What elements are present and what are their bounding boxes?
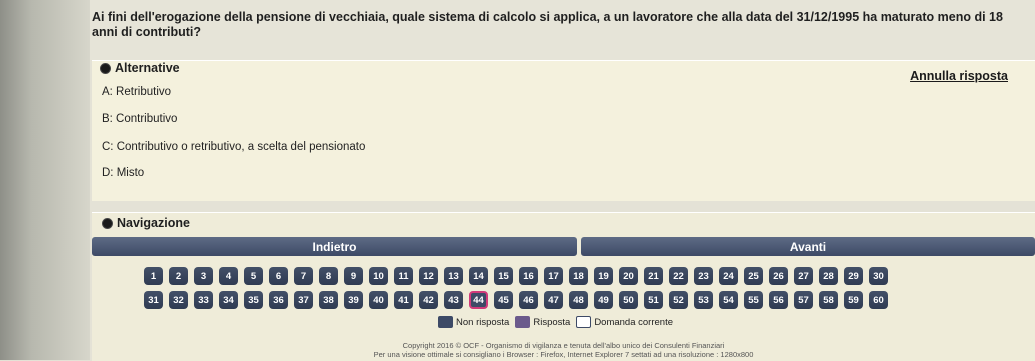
exam-page: Ai fini dell'erogazione della pensione d…	[0, 0, 1035, 361]
copyright-text: Copyright 2016 © OCF - Organismo di vigi…	[402, 341, 725, 350]
bullet-icon	[100, 62, 111, 74]
legend-answered-swatch	[515, 316, 531, 328]
back-button[interactable]: Indietro	[92, 237, 577, 256]
answer-option-b[interactable]: B: Contributivo	[102, 113, 177, 125]
question-button[interactable]: 57	[794, 291, 813, 309]
answers-header: Alternative	[100, 61, 180, 75]
question-button[interactable]: 9	[344, 267, 363, 285]
question-button[interactable]: 30	[869, 267, 888, 285]
question-button[interactable]: 5	[244, 267, 263, 285]
browser-advice-text: Per una visione ottimale si consigliano …	[373, 350, 754, 359]
legend-not-answered-swatch	[438, 316, 453, 328]
question-button[interactable]: 7	[294, 267, 313, 285]
answers-header-label: Alternative	[115, 61, 180, 75]
question-button[interactable]: 59	[844, 291, 863, 309]
question-button[interactable]: 42	[419, 291, 438, 309]
question-button[interactable]: 56	[769, 291, 788, 309]
question-button[interactable]: 31	[144, 291, 163, 309]
question-row-2: 31 32 33 34 35 36 37 38 39 40 41 42 43 44 45 46 47 48 49 50…	[144, 291, 888, 309]
navigation-header-label: Navigazione	[117, 216, 190, 230]
question-button[interactable]: 23	[694, 267, 713, 285]
question-button[interactable]: 52	[669, 291, 688, 309]
question-button[interactable]: 37	[294, 291, 313, 309]
question-button[interactable]: 26	[769, 267, 788, 285]
question-button[interactable]: 19	[594, 267, 613, 285]
question-button[interactable]: 18	[569, 267, 588, 285]
question-button[interactable]: 34	[219, 291, 238, 309]
question-button[interactable]: 46	[519, 291, 538, 309]
question-button[interactable]: 33	[194, 291, 213, 309]
question-button[interactable]: 35	[244, 291, 263, 309]
question-button[interactable]: 4	[219, 267, 238, 285]
cancel-answer-link[interactable]: Annulla risposta	[910, 69, 1008, 83]
question-button[interactable]: 55	[744, 291, 763, 309]
left-shadow	[0, 0, 90, 360]
question-button[interactable]: 13	[444, 267, 463, 285]
question-button[interactable]: 8	[319, 267, 338, 285]
question-button[interactable]: 58	[819, 291, 838, 309]
legend-not-answered-label: Non risposta	[456, 316, 510, 328]
legend-current-label: Domanda corrente	[594, 316, 673, 328]
question-button[interactable]: 12	[419, 267, 438, 285]
question-button[interactable]: 50	[619, 291, 638, 309]
question-button[interactable]: 16	[519, 267, 538, 285]
question-button[interactable]: 38	[319, 291, 338, 309]
question-button[interactable]: 25	[744, 267, 763, 285]
question-button[interactable]: 21	[644, 267, 663, 285]
legend-answered-label: Risposta	[533, 316, 571, 328]
question-button[interactable]: 44	[469, 291, 488, 309]
navigation-panel: Navigazione Indietro Avanti 1 2 3 4 5 6 7 8 9 10 1…	[92, 212, 1035, 361]
question-button[interactable]: 60	[869, 291, 888, 309]
question-button[interactable]: 20	[619, 267, 638, 285]
question-button[interactable]: 22	[669, 267, 688, 285]
question-button[interactable]: 39	[344, 291, 363, 309]
question-button[interactable]: 17	[544, 267, 563, 285]
question-button[interactable]: 41	[394, 291, 413, 309]
question-button[interactable]: 48	[569, 291, 588, 309]
question-button[interactable]: 53	[694, 291, 713, 309]
answer-option-d[interactable]: D: Misto	[102, 167, 144, 179]
legend: Non risposta Risposta Domanda corrente	[438, 316, 673, 328]
question-button[interactable]: 6	[269, 267, 288, 285]
question-button[interactable]: 32	[169, 291, 188, 309]
question-button[interactable]: 24	[719, 267, 738, 285]
question-button[interactable]: 10	[369, 267, 388, 285]
question-button[interactable]: 14	[469, 267, 488, 285]
answers-panel: Alternative Annulla risposta A: Retribut…	[92, 60, 1035, 201]
question-button[interactable]: 36	[269, 291, 288, 309]
question-button[interactable]: 28	[819, 267, 838, 285]
question-button[interactable]: 54	[719, 291, 738, 309]
question-button[interactable]: 15	[494, 267, 513, 285]
question-button[interactable]: 29	[844, 267, 863, 285]
legend-current-swatch	[576, 316, 592, 328]
question-row-1: 1 2 3 4 5 6 7 8 9 10 11 12 13 14 15 16 17 18 19 20 21 22 23 24 2…	[144, 267, 888, 285]
navigation-header: Navigazione	[102, 216, 190, 230]
question-button[interactable]: 2	[169, 267, 188, 285]
answer-option-a[interactable]: A: Retributivo	[102, 86, 171, 98]
question-button[interactable]: 43	[444, 291, 463, 309]
question-button[interactable]: 11	[394, 267, 413, 285]
question-button[interactable]: 40	[369, 291, 388, 309]
question-button[interactable]: 45	[494, 291, 513, 309]
question-button[interactable]: 27	[794, 267, 813, 285]
answer-option-c[interactable]: C: Contributivo o retributivo, a scelta …	[102, 141, 365, 153]
question-button[interactable]: 47	[544, 291, 563, 309]
question-button[interactable]: 1	[144, 267, 163, 285]
question-text: Ai fini dell'erogazione della pensione d…	[92, 10, 1003, 39]
next-button[interactable]: Avanti	[581, 237, 1035, 256]
question-button[interactable]: 3	[194, 267, 213, 285]
question-button[interactable]: 49	[594, 291, 613, 309]
bullet-icon	[102, 217, 113, 229]
question-button[interactable]: 51	[644, 291, 663, 309]
